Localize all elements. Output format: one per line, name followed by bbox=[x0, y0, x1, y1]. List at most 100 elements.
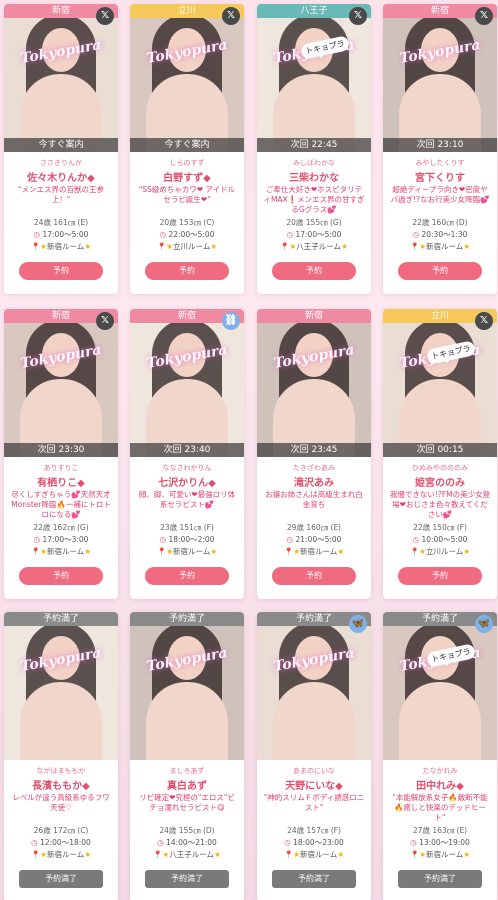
therapist-card[interactable]: Tokyopura トキョプラ 八王子 𝕏 次回 22:45 みしばわかな 三柴… bbox=[257, 4, 371, 294]
x-icon[interactable]: 𝕏 bbox=[475, 7, 493, 25]
catchphrase: 超絶ディープラ向き❤密度ヤバ過ぎ!?なお行美少女降臨💕 bbox=[390, 185, 490, 204]
therapist-card[interactable]: Tokyopura トキョプラ 予約満了 🦋 たなかれみ 田中れみ◆ "本能解放… bbox=[383, 612, 497, 900]
x-icon[interactable]: 𝕏 bbox=[96, 7, 114, 25]
star-icon: ★ bbox=[84, 850, 92, 859]
profile-stats: 24歳 155㎝ (D) bbox=[159, 826, 215, 835]
therapist-photo[interactable]: Tokyopura bbox=[257, 309, 371, 457]
star-icon: ★ bbox=[210, 242, 218, 251]
catchphrase: お嬢お姉さんは高級生まれ白金育ち bbox=[265, 490, 363, 509]
therapist-card[interactable]: Tokyopura 新宿 𝕏 次回 23:10 みやしたくりす 宮下くりす 超絶… bbox=[383, 4, 497, 294]
working-hours: ◷ 12:00〜18:00 bbox=[31, 838, 91, 847]
profile-stats: 24歳 161㎝ (E) bbox=[33, 218, 89, 227]
therapist-card[interactable]: Tokyopura トキョプラ 立川 𝕏 次回 00:15 ひめみやのののみ 姫… bbox=[383, 309, 497, 599]
therapist-name[interactable]: 滝沢あみ bbox=[257, 474, 371, 489]
fully-booked-button[interactable]: 予約満了 bbox=[145, 870, 229, 888]
location-pin-icon: 📍 bbox=[409, 850, 420, 859]
profile-stats: 20歳 153㎝ (C) bbox=[159, 218, 215, 227]
location-pin-icon: 📍 bbox=[30, 547, 41, 556]
butterfly-icon[interactable]: 🦋 bbox=[475, 615, 493, 633]
working-hours: ◷ 20:30〜1:30 bbox=[412, 230, 468, 239]
therapist-photo[interactable]: Tokyopura bbox=[383, 4, 497, 152]
name-kana: たなかれみ bbox=[422, 767, 458, 775]
star-icon: ★ bbox=[341, 242, 348, 251]
fully-booked-button[interactable]: 予約満了 bbox=[272, 870, 356, 888]
catchphrase: "本能解放系女子🔥敵断不能🔥癒しと快楽のデッドヒート" bbox=[392, 793, 488, 822]
working-hours: ◷ 14:00〜21:00 bbox=[157, 838, 217, 847]
therapist-photo[interactable]: Tokyopura bbox=[257, 612, 371, 760]
room-location: 📍★立川ルーム★ bbox=[156, 242, 218, 251]
therapist-name[interactable]: 佐々木りんか◆ bbox=[4, 169, 118, 184]
therapist-card[interactable]: Tokyopura 立川 𝕏 今すぐ案内 しらのすず 白野すず◆ "SS級めちゃ… bbox=[130, 4, 244, 294]
clock-icon: ◷ bbox=[159, 230, 167, 239]
clock-icon: ◷ bbox=[286, 230, 294, 239]
therapist-name[interactable]: 天野にいな◆ bbox=[257, 777, 371, 792]
therapist-card[interactable]: Tokyopura 新宿 𝕏 今すぐ案内 ささきりんか 佐々木りんか◆ "メンエ… bbox=[4, 4, 118, 294]
star-icon: ★ bbox=[337, 850, 345, 859]
star-icon: ★ bbox=[463, 850, 471, 859]
therapist-photo[interactable]: Tokyopura bbox=[4, 4, 118, 152]
reserve-button[interactable]: 予約 bbox=[272, 262, 356, 280]
name-kana: ましろあず bbox=[169, 767, 205, 775]
therapist-photo[interactable]: Tokyopura bbox=[4, 612, 118, 760]
next-available: 次回 00:15 bbox=[383, 443, 497, 457]
fully-booked-button[interactable]: 予約満了 bbox=[398, 870, 482, 888]
therapist-card[interactable]: Tokyopura 予約満了 ましろあず 真白あず リピ確定❤究極の"エロス"ビ… bbox=[130, 612, 244, 900]
therapist-photo[interactable]: Tokyopura bbox=[130, 4, 244, 152]
therapist-photo[interactable]: Tokyopura トキョプラ bbox=[383, 309, 497, 457]
room-location: 📍★新宿ルーム★ bbox=[409, 850, 471, 859]
therapist-name[interactable]: 有栖りこ◆ bbox=[4, 474, 118, 489]
butterfly-icon[interactable]: 🦋 bbox=[349, 615, 367, 633]
reserve-button[interactable]: 予約 bbox=[19, 262, 103, 280]
reserve-button[interactable]: 予約 bbox=[272, 567, 356, 585]
therapist-name[interactable]: 真白あず bbox=[130, 777, 244, 792]
therapist-card[interactable]: Tokyopura 新宿 ⛓ 次回 23:40 ななさわかりん 七沢かりん◆ 顔… bbox=[130, 309, 244, 599]
reserve-button[interactable]: 予約 bbox=[19, 567, 103, 585]
therapist-photo[interactable]: Tokyopura bbox=[130, 612, 244, 760]
therapist-name[interactable]: 七沢かりん◆ bbox=[130, 474, 244, 489]
profile-stats: 26歳 172㎝ (C) bbox=[33, 826, 89, 835]
name-kana: あまのにいな bbox=[293, 767, 335, 775]
therapist-name[interactable]: 三柴わかな bbox=[257, 169, 371, 184]
therapist-name[interactable]: 姫宮ののみ bbox=[383, 474, 497, 489]
location-pin-icon: 📍 bbox=[30, 850, 41, 859]
reserve-button[interactable]: 予約 bbox=[398, 567, 482, 585]
working-hours: ◷ 13:00〜19:00 bbox=[410, 838, 470, 847]
x-icon[interactable]: 𝕏 bbox=[96, 312, 114, 330]
profile-stats: 22歳 162㎝ (G) bbox=[33, 523, 89, 532]
catchphrase: ご奉仕大好き❤ホスピタリティMAX❗メンエス界の甘すぎるGグラス💕 bbox=[263, 185, 365, 214]
therapist-photo[interactable]: Tokyopura トキョプラ bbox=[383, 612, 497, 760]
room-location: 📍★新宿ルーム★ bbox=[30, 850, 92, 859]
profile-stats: 27歳 163㎝ (E) bbox=[412, 826, 468, 835]
star-icon: ★ bbox=[84, 242, 92, 251]
catchphrase: レベルが違う高級系ゆるフワ天使♡ bbox=[12, 793, 110, 812]
therapist-card[interactable]: Tokyopura 予約満了 🦋 あまのにいな 天野にいな◆ "神的スリムＦボデ… bbox=[257, 612, 371, 900]
fully-booked-button[interactable]: 予約満了 bbox=[19, 870, 103, 888]
therapist-card[interactable]: Tokyopura 予約満了 ながはまももか 長濱ももか◆ レベルが違う高級系ゆ… bbox=[4, 612, 118, 900]
therapist-name[interactable]: 白野すず◆ bbox=[130, 169, 244, 184]
reserve-button[interactable]: 予約 bbox=[398, 262, 482, 280]
therapist-photo[interactable]: Tokyopura bbox=[130, 309, 244, 457]
location-pin-icon: 📍 bbox=[156, 547, 167, 556]
reserve-button[interactable]: 予約 bbox=[145, 567, 229, 585]
catchphrase: "神的スリムＦボディ誘惑ロニスト" bbox=[263, 793, 365, 812]
next-available: 次回 23:40 bbox=[130, 443, 244, 457]
name-kana: みしばわかな bbox=[293, 159, 335, 167]
star-icon: ★ bbox=[337, 547, 345, 556]
therapist-name[interactable]: 宮下くりす bbox=[383, 169, 497, 184]
therapist-card[interactable]: Tokyopura 新宿 𝕏 次回 23:30 ありすりこ 有栖りこ◆ 尽くしす… bbox=[4, 309, 118, 599]
x-icon[interactable]: 𝕏 bbox=[475, 312, 493, 330]
reserve-button[interactable]: 予約 bbox=[145, 262, 229, 280]
room-location: 📍★新宿ルーム★ bbox=[283, 850, 345, 859]
clock-icon: ◷ bbox=[31, 838, 38, 847]
x-icon[interactable]: 𝕏 bbox=[349, 7, 367, 25]
x-icon[interactable]: 𝕏 bbox=[222, 7, 240, 25]
star-icon: ★ bbox=[84, 547, 92, 556]
therapist-name[interactable]: 田中れみ◆ bbox=[383, 777, 497, 792]
therapist-card[interactable]: Tokyopura 新宿 次回 23:45 たきざわあみ 滝沢あみ お嬢お姉さん… bbox=[257, 309, 371, 599]
therapist-photo[interactable]: Tokyopura bbox=[4, 309, 118, 457]
name-kana: ななさわかりん bbox=[162, 464, 212, 472]
link-icon[interactable]: ⛓ bbox=[222, 312, 240, 330]
working-hours: ◷ 18:00〜2:00 bbox=[159, 535, 215, 544]
therapist-name[interactable]: 長濱ももか◆ bbox=[4, 777, 118, 792]
therapist-photo[interactable]: Tokyopura トキョプラ bbox=[257, 4, 371, 152]
